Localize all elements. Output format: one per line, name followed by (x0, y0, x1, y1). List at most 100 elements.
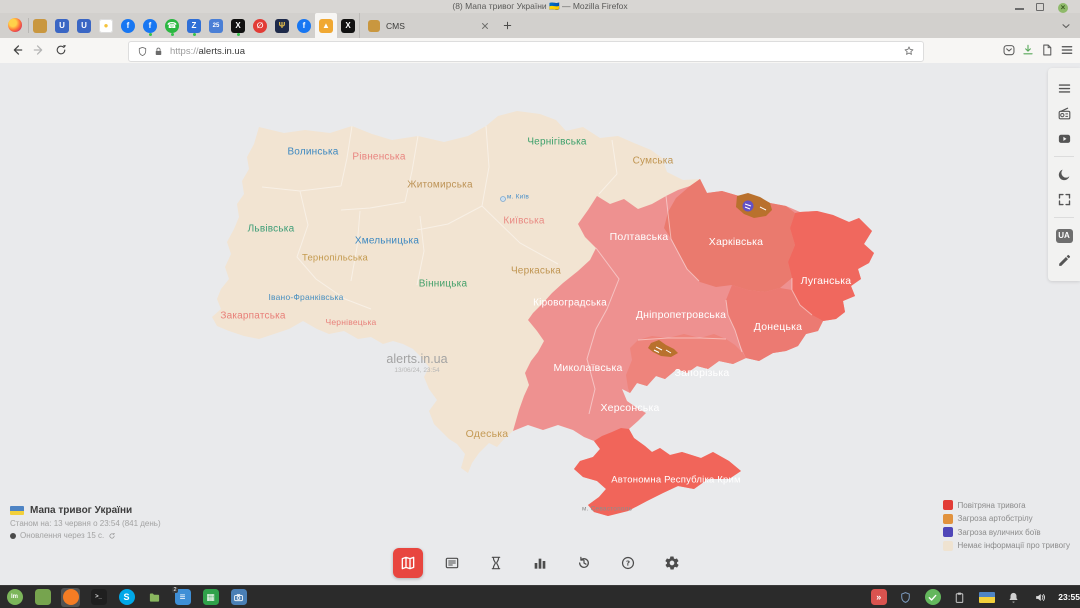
screenshot-tool[interactable] (229, 588, 248, 607)
bookmark-star-icon[interactable] (903, 45, 915, 57)
security-shield[interactable] (896, 588, 915, 607)
settings-button[interactable] (657, 548, 687, 578)
map-region-label: Вінницька (419, 279, 467, 290)
volume[interactable] (1031, 588, 1050, 607)
pinned-tab-25h[interactable]: 25 (205, 13, 227, 38)
pinned-tab-facebook1[interactable]: f (117, 13, 139, 38)
maximize-button[interactable] (1036, 3, 1044, 11)
chevron-down-icon (1060, 20, 1072, 32)
ukraine-flag-icon (979, 592, 995, 603)
pinned-tab-lock[interactable] (29, 13, 51, 38)
hamburger-menu-icon[interactable] (1060, 43, 1074, 57)
menu-button[interactable] (1055, 80, 1073, 98)
statistics-button[interactable] (525, 548, 555, 578)
pinned-tab-z[interactable]: Z (183, 13, 205, 38)
sync-app[interactable]: » (869, 588, 888, 607)
refresh-icon[interactable] (108, 532, 116, 540)
feedback-button[interactable] (1055, 252, 1073, 270)
map-region-label: м. Севастополь (582, 506, 632, 513)
menu-icon (1057, 81, 1072, 96)
street-fights-zone[interactable] (743, 201, 754, 212)
video-button[interactable] (1055, 130, 1073, 148)
region-zaporizka[interactable] (626, 334, 746, 393)
news-icon (444, 555, 460, 571)
map-region-label: Черкаська (511, 266, 561, 277)
screenshot-tool-icon (231, 589, 247, 605)
chart-icon (532, 555, 548, 571)
clipboard-manager[interactable] (950, 588, 969, 607)
cms-tab-label: CMS (386, 21, 480, 31)
spreadsheet[interactable]: ▦ (201, 588, 220, 607)
alert-legend: Повітряна тривогаЗагроза артобстрілуЗагр… (943, 500, 1070, 554)
map-region-label: Миколаївська (553, 362, 622, 374)
show-desktop-icon (35, 589, 51, 605)
close-button[interactable]: × (1058, 3, 1068, 13)
mint-menu[interactable]: lm (5, 588, 24, 607)
map-view-button[interactable] (393, 548, 423, 578)
pinned-tab-alerts-favicon: ▲ (319, 19, 333, 33)
downloads-icon[interactable] (1021, 43, 1035, 57)
pinned-tab-sun-favicon: ● (99, 19, 113, 33)
documents[interactable]: ≡2 (173, 588, 192, 607)
flag-ua[interactable] (977, 588, 996, 607)
fullscreen-button[interactable] (1055, 191, 1073, 209)
volume-icon (1034, 591, 1047, 604)
pinned-tabs-strip: UU●ff☎Z25X∅Ψf▲X (29, 13, 359, 38)
pinned-tab-trident[interactable]: Ψ (271, 13, 293, 38)
map-region-label: Автономна Республіка Крим (611, 475, 741, 486)
terminal[interactable]: >_ (89, 588, 108, 607)
panel-divider (1054, 217, 1074, 218)
show-desktop[interactable] (33, 588, 52, 607)
close-tab-icon[interactable] (480, 21, 490, 31)
back-button[interactable] (10, 43, 24, 57)
region-luhanska[interactable] (788, 211, 874, 321)
badge-count: 2 (172, 587, 178, 594)
skype[interactable]: S (117, 588, 136, 607)
pinned-tab-facebook2[interactable]: f (293, 13, 315, 38)
extensions-icon[interactable] (1040, 43, 1054, 57)
help-button[interactable] (613, 548, 643, 578)
pocket-icon[interactable] (1002, 43, 1016, 57)
system-taskbar: lm>_S≡2▦ » 23:55 (0, 585, 1080, 608)
pinned-tab-x1[interactable]: X (227, 13, 249, 38)
pinned-tab-u2[interactable]: U (73, 13, 95, 38)
tracking-shield-icon[interactable] (137, 46, 148, 57)
map-region-label: Хмельницька (355, 236, 419, 247)
map-region-label: Кіровоградська (533, 298, 607, 309)
forward-button[interactable] (32, 43, 46, 57)
language-button[interactable]: UA (1055, 227, 1073, 245)
pinned-tab-x2[interactable]: X (337, 13, 359, 38)
pinned-tab-whatsapp[interactable]: ☎ (161, 13, 183, 38)
history-button[interactable] (569, 548, 599, 578)
minimize-button[interactable] (1015, 3, 1024, 10)
url-text[interactable]: https://alerts.in.ua (170, 46, 903, 57)
pinned-tab-sun[interactable]: ● (95, 13, 117, 38)
tab-cms[interactable]: CMS (359, 13, 496, 38)
list-all-tabs-button[interactable] (1060, 13, 1072, 38)
pinned-tab-u1[interactable]: U (51, 13, 73, 38)
tab-bar: UU●ff☎Z25X∅Ψf▲X CMS (0, 13, 1080, 38)
dark-mode-button[interactable] (1055, 166, 1073, 184)
radio-button[interactable] (1055, 105, 1073, 123)
new-tab-button[interactable] (496, 13, 518, 38)
kyiv-city-marker[interactable] (501, 197, 506, 202)
timer-button[interactable] (481, 548, 511, 578)
notifications[interactable] (1004, 588, 1023, 607)
https-lock-icon[interactable] (153, 46, 164, 57)
reload-button[interactable] (54, 43, 68, 57)
alerts-list-button[interactable] (437, 548, 467, 578)
map-status-text: Станом на: 13 червня о 23:54 (841 день) (10, 519, 161, 528)
region-crimea[interactable] (574, 428, 741, 516)
pinned-tab-messenger[interactable]: f (139, 13, 161, 38)
update-manager[interactable] (923, 588, 942, 607)
navigation-bar: https://alerts.in.ua (0, 38, 1080, 64)
url-bar[interactable]: https://alerts.in.ua (128, 41, 924, 62)
url-scheme: https:// (170, 46, 199, 57)
firefox-task[interactable] (61, 588, 80, 607)
bottom-toolbar (0, 548, 1080, 578)
panel-divider (1054, 156, 1074, 157)
pinned-tab-alerts[interactable]: ▲ (315, 13, 337, 38)
skype-icon: S (119, 589, 135, 605)
pinned-tab-blocked[interactable]: ∅ (249, 13, 271, 38)
file-manager[interactable] (145, 588, 164, 607)
